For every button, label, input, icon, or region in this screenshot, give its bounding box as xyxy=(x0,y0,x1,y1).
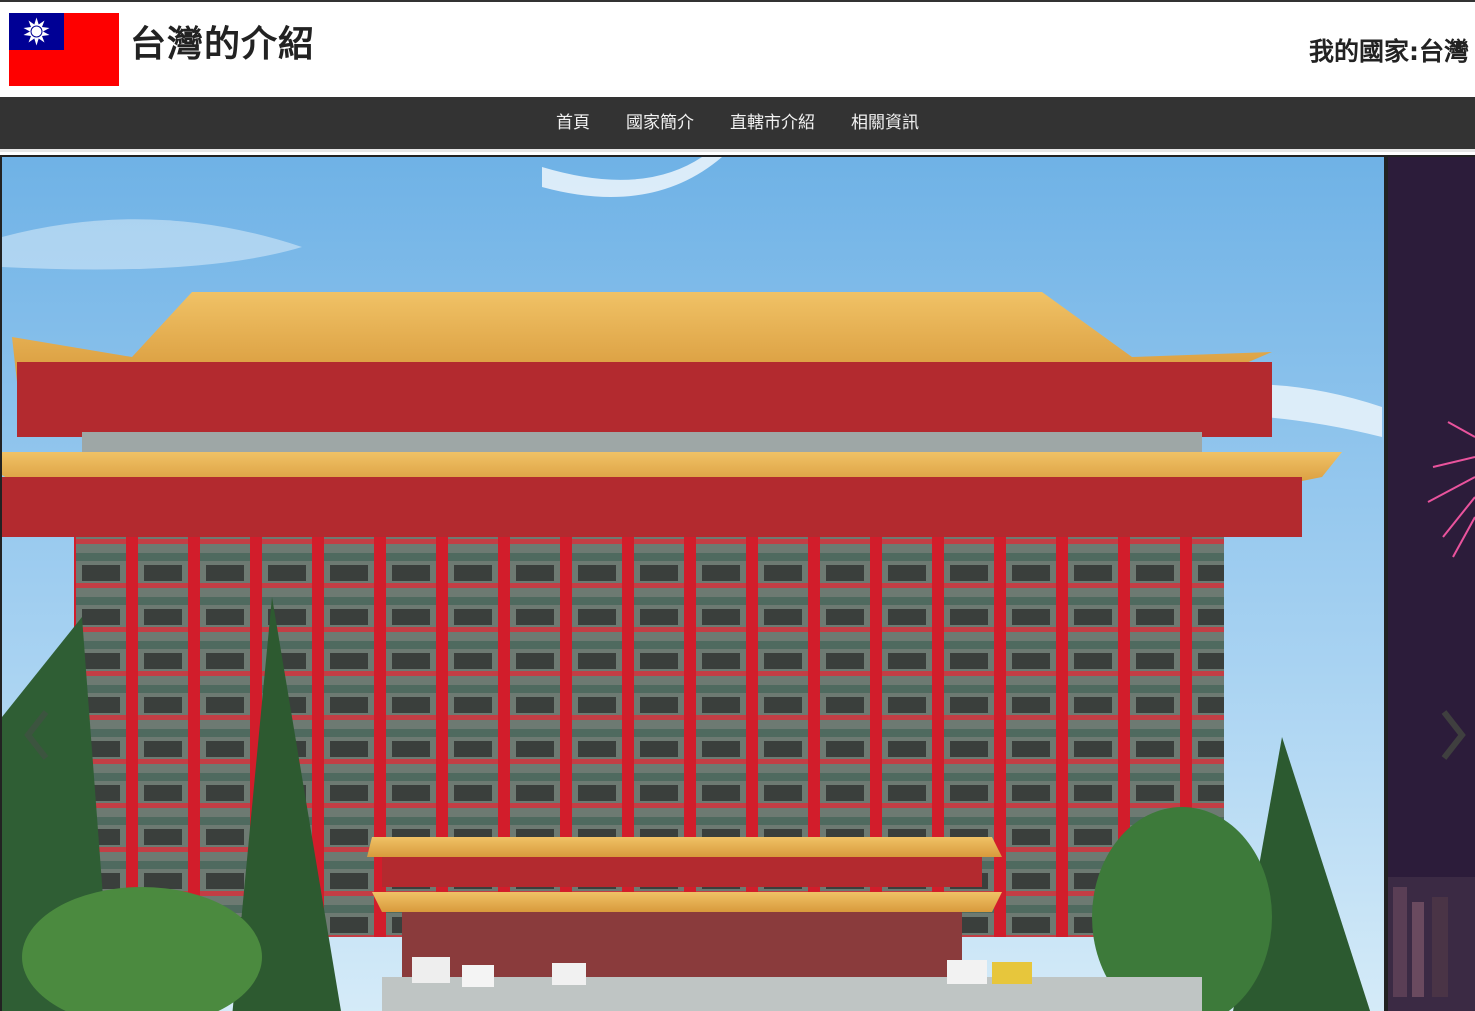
nav-item-country-intro[interactable]: 國家簡介 xyxy=(608,97,712,149)
nav-item-home[interactable]: 首頁 xyxy=(538,97,608,149)
nav-item-related-info[interactable]: 相關資訊 xyxy=(833,97,937,149)
grand-hotel-image xyxy=(2,157,1384,1011)
fireworks-image xyxy=(1388,157,1475,1011)
site-header: 台灣的介紹 我的國家:台灣 xyxy=(0,2,1475,97)
taiwan-flag-icon xyxy=(9,13,119,86)
nav-list: 首頁 國家簡介 直轄市介紹 相關資訊 xyxy=(0,97,1475,149)
chevron-right-icon[interactable] xyxy=(1432,700,1472,770)
nav-item-cities[interactable]: 直轄市介紹 xyxy=(712,97,833,149)
site-title: 台灣的介紹 xyxy=(130,24,316,65)
country-label: 我的國家:台灣 xyxy=(1309,37,1469,66)
chevron-left-icon[interactable] xyxy=(18,700,58,770)
main-navbar: 首頁 國家簡介 直轄市介紹 相關資訊 xyxy=(0,97,1475,152)
image-carousel xyxy=(0,155,1475,1011)
